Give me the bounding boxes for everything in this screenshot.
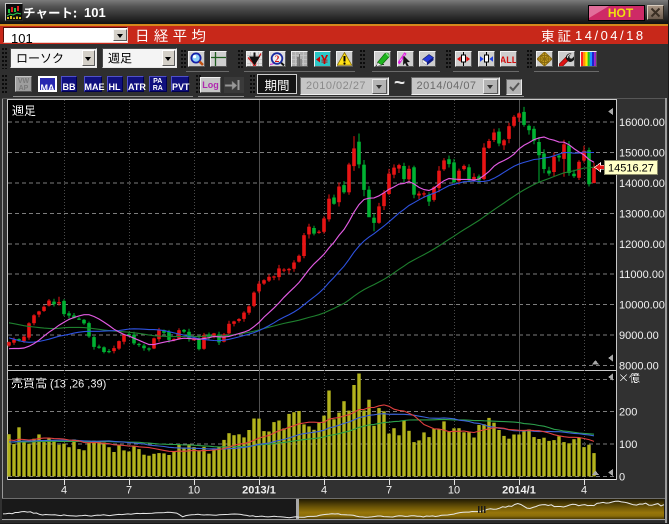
svg-text:100: 100: [619, 439, 637, 451]
svg-text:9000.00: 9000.00: [619, 330, 659, 342]
svg-text:15000.00: 15000.00: [619, 148, 665, 160]
svg-text:4: 4: [61, 485, 67, 497]
svg-text:13000.00: 13000.00: [619, 208, 665, 220]
svg-text:10: 10: [188, 485, 200, 497]
svg-text:0: 0: [619, 471, 625, 483]
svg-text:8000.00: 8000.00: [619, 360, 659, 372]
svg-text:12000.00: 12000.00: [619, 239, 665, 251]
svg-text:¥: ¥: [320, 52, 328, 66]
svg-text:11000.00: 11000.00: [619, 269, 664, 281]
svg-text:7: 7: [386, 485, 392, 497]
svg-text:14516.27: 14516.27: [608, 162, 654, 174]
svg-text:2014/1: 2014/1: [502, 485, 536, 497]
svg-text:2013/1: 2013/1: [242, 485, 276, 497]
svg-text:(13 ,26 ,39): (13 ,26 ,39): [50, 379, 106, 391]
svg-text:2: 2: [274, 55, 279, 65]
svg-text:200: 200: [619, 407, 637, 419]
svg-text:10: 10: [448, 485, 460, 497]
svg-text:4: 4: [321, 485, 327, 497]
svg-text:7: 7: [126, 485, 132, 497]
svg-text:14000.00: 14000.00: [619, 178, 665, 190]
svg-text:ALL: ALL: [501, 55, 516, 65]
svg-text:16000.00: 16000.00: [619, 117, 665, 129]
svg-text:10000.00: 10000.00: [619, 300, 665, 312]
svg-text:4: 4: [581, 485, 587, 497]
